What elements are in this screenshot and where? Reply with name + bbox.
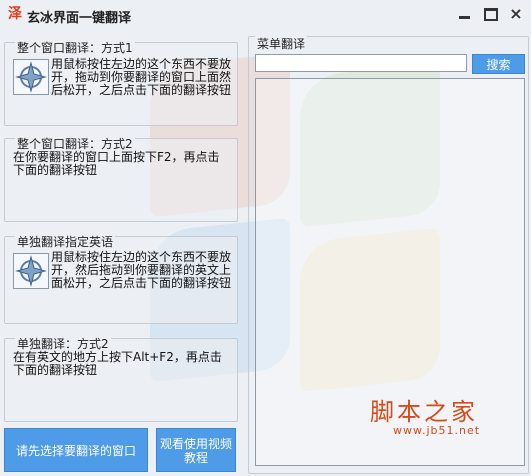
- drag-target-icon[interactable]: [13, 253, 49, 289]
- group-translate-method-2: 单独翻译：方式2 在有英文的地方上按下Alt+F2，再点击下面的翻译按钮: [4, 335, 238, 422]
- group-description: 用鼠标按住左边的这个东西不要放开，拖动到你要翻译的窗口上面然后松开，之后点击下面…: [51, 57, 232, 97]
- close-button[interactable]: ×: [507, 6, 525, 22]
- group-description: 在有英文的地方上按下Alt+F2，再点击下面的翻译按钮: [13, 350, 222, 377]
- search-input[interactable]: [255, 54, 467, 72]
- group-window-method-1: 整个窗口翻译：方式1 用鼠标按住左边的这个东西不要放开，拖动到你要翻译的窗口上面…: [4, 39, 238, 126]
- group-title: 单独翻译指定英语: [15, 233, 116, 250]
- title-bar: 泽 玄冰界面一键翻译 ×: [0, 0, 531, 30]
- group-description: 用鼠标按住左边的这个东西不要放开，然后拖动到你要翻译的英文上面松开，之后点击下面…: [51, 250, 232, 290]
- app-icon: 泽: [8, 6, 22, 22]
- group-description: 在你要翻译的窗口上面按下F2，再点击下面的翻译按钮: [13, 150, 220, 177]
- select-window-button[interactable]: 请先选择要翻译的窗口: [4, 428, 148, 472]
- watermark-text: 脚本之家: [370, 398, 478, 426]
- maximize-button[interactable]: [482, 6, 500, 22]
- group-window-method-2: 整个窗口翻译：方式2 在你要翻译的窗口上面按下F2，再点击下面的翻译按钮: [4, 135, 238, 222]
- minimize-button[interactable]: [456, 6, 474, 22]
- watermark-url: www.jb51.net: [393, 424, 481, 437]
- menu-translate-title: 菜单翻译: [255, 35, 308, 52]
- drag-target-icon[interactable]: [13, 59, 49, 95]
- group-title: 整个窗口翻译：方式1: [15, 39, 135, 56]
- group-translate-english: 单独翻译指定英语 用鼠标按住左边的这个东西不要放开，然后拖动到你要翻译的英文上面…: [4, 233, 238, 324]
- window-title: 玄冰界面一键翻译: [27, 11, 132, 26]
- search-button[interactable]: 搜索: [472, 54, 525, 74]
- video-tutorial-button[interactable]: 观看使用视频教程: [156, 428, 236, 472]
